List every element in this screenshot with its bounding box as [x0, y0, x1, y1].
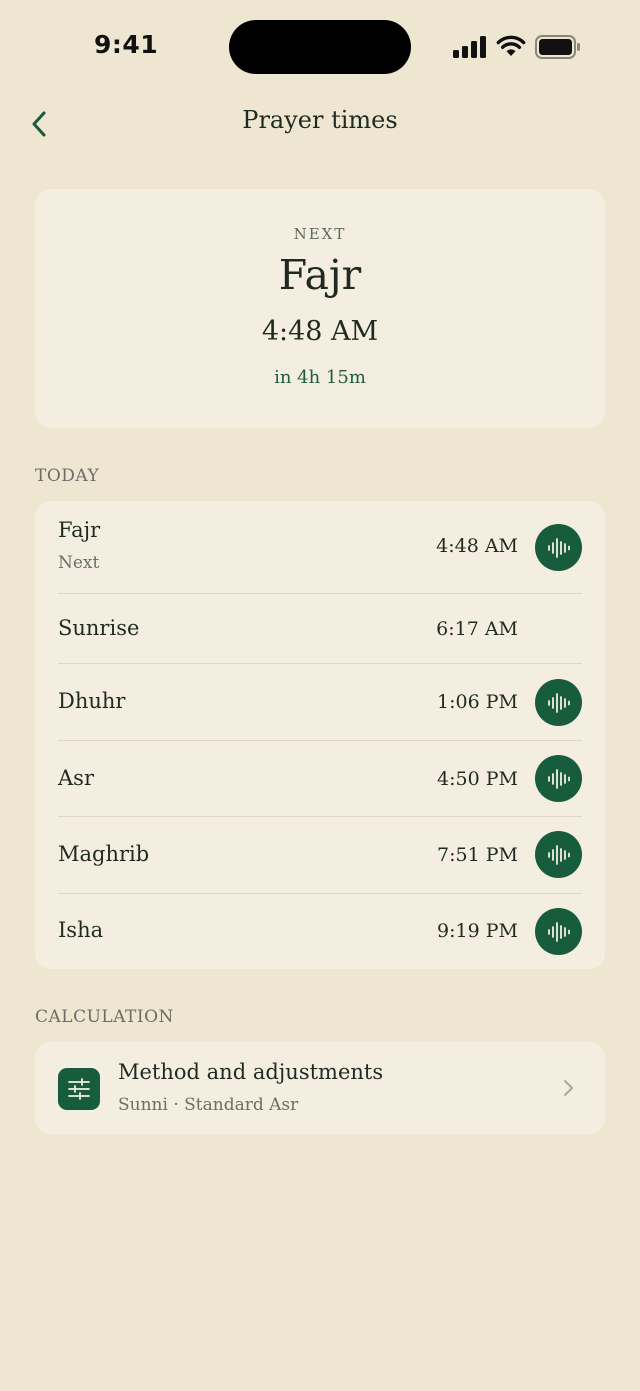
battery-icon: [535, 35, 580, 59]
prayer-name: Isha: [58, 918, 104, 942]
next-label: NEXT: [293, 225, 347, 243]
adhan-audio-button[interactable]: [535, 908, 582, 955]
next-prayer-name: Fajr: [278, 251, 362, 299]
dynamic-island: [229, 20, 411, 74]
adhan-audio-button[interactable]: [535, 679, 582, 726]
cellular-signal-icon: [453, 36, 486, 58]
prayer-time: 4:50 PM: [437, 768, 518, 790]
calculation-subtitle: Sunni · Standard Asr: [118, 1095, 299, 1115]
calculation-method-row[interactable]: Method and adjustments Sunni · Standard …: [35, 1042, 605, 1134]
navigation-bar: Prayer times: [0, 94, 640, 154]
adhan-audio-button[interactable]: [535, 755, 582, 802]
calculation-title: Method and adjustments: [118, 1060, 384, 1084]
calculation-section-label: CALCULATION: [35, 1007, 174, 1027]
prayer-name: Asr: [58, 766, 94, 790]
prayer-name: Fajr: [58, 518, 101, 542]
prayer-row-isha[interactable]: Isha 9:19 PM: [58, 894, 582, 969]
adhan-audio-button[interactable]: [535, 524, 582, 571]
sound-wave-icon: [547, 692, 570, 713]
sound-wave-icon: [547, 768, 570, 789]
prayer-time: 4:48 AM: [436, 535, 518, 557]
prayer-time: 9:19 PM: [437, 920, 518, 942]
prayer-row-maghrib[interactable]: Maghrib 7:51 PM: [58, 817, 582, 894]
prayer-list: Fajr Next 4:48 AM Sunrise 6:17 AM Dhuhr …: [35, 501, 605, 969]
sound-wave-icon: [547, 537, 570, 558]
wifi-icon: [496, 35, 526, 56]
prayer-row-dhuhr[interactable]: Dhuhr 1:06 PM: [58, 664, 582, 741]
prayer-name: Maghrib: [58, 842, 150, 866]
prayer-name: Dhuhr: [58, 689, 126, 713]
prayer-time: 1:06 PM: [437, 691, 518, 713]
sound-wave-icon: [547, 921, 570, 942]
prayer-status: Next: [58, 553, 100, 573]
chevron-right-icon: [564, 1080, 573, 1096]
sound-wave-icon: [547, 844, 570, 865]
prayer-times-screen: 9:41 Prayer times NEXT Fajr 4:48 AM in 4…: [0, 0, 640, 1391]
next-prayer-time: 4:48 AM: [261, 316, 379, 347]
adhan-audio-button[interactable]: [535, 831, 582, 878]
prayer-row-fajr[interactable]: Fajr Next 4:48 AM: [58, 501, 582, 594]
prayer-time: 6:17 AM: [436, 618, 518, 640]
next-prayer-card: NEXT Fajr 4:48 AM in 4h 15m: [35, 189, 605, 428]
status-time: 9:41: [94, 30, 159, 59]
status-bar: 9:41: [0, 0, 640, 94]
next-prayer-countdown: in 4h 15m: [274, 367, 366, 388]
prayer-row-sunrise[interactable]: Sunrise 6:17 AM: [58, 594, 582, 664]
sliders-icon: [58, 1068, 100, 1110]
prayer-row-asr[interactable]: Asr 4:50 PM: [58, 741, 582, 817]
prayer-name: Sunrise: [58, 616, 140, 640]
today-section-label: TODAY: [35, 466, 100, 486]
prayer-time: 7:51 PM: [437, 844, 518, 866]
page-title: Prayer times: [242, 106, 398, 134]
